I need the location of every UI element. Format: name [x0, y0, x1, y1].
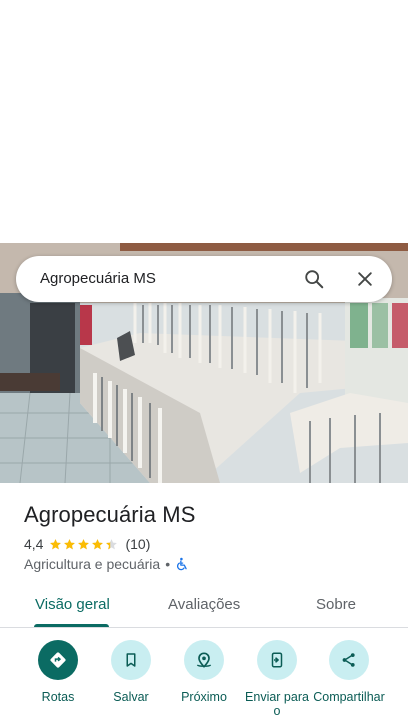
tab-reviews[interactable]: Avaliações — [168, 596, 240, 613]
rating-stars — [49, 538, 119, 551]
action-buttons: Rotas Salvar Próximo Enviar para o Compa… — [0, 640, 408, 726]
star-icon — [50, 538, 62, 549]
nearby-button[interactable]: Próximo — [167, 640, 241, 704]
send-to-phone-icon — [257, 640, 297, 680]
separator: • — [165, 556, 171, 572]
directions-icon — [38, 640, 78, 680]
save-label: Salvar — [113, 690, 149, 704]
tab-bar: Visão geral Avaliações Sobre — [0, 584, 408, 628]
bookmark-icon — [111, 640, 151, 680]
map-area — [0, 0, 408, 243]
share-button[interactable]: Compartilhar — [312, 640, 386, 704]
send-to-phone-button[interactable]: Enviar para o — [240, 640, 314, 718]
rating-value: 4,4 — [24, 536, 44, 552]
save-button[interactable]: Salvar — [94, 640, 168, 704]
star-icon — [92, 538, 104, 549]
close-icon[interactable] — [353, 267, 377, 291]
directions-label: Rotas — [41, 690, 75, 704]
star-icon — [106, 538, 118, 549]
review-count: (10) — [125, 536, 151, 552]
search-bar[interactable]: Agropecuária MS — [16, 256, 392, 302]
share-icon — [329, 640, 369, 680]
category-row: Agricultura e pecuária • — [24, 556, 189, 572]
send-to-phone-label: Enviar para o — [245, 690, 309, 718]
nearby-label: Próximo — [181, 690, 227, 704]
directions-button[interactable]: Rotas — [21, 640, 95, 704]
place-category: Agricultura e pecuária — [24, 556, 161, 572]
wheelchair-accessible-icon — [175, 557, 189, 571]
active-tab-indicator — [34, 624, 109, 627]
search-input[interactable]: Agropecuária MS — [40, 270, 156, 287]
star-icon — [64, 538, 76, 549]
rating-row[interactable]: 4,4 (10) — [24, 536, 150, 552]
share-label: Compartilhar — [313, 690, 385, 704]
search-icon[interactable] — [302, 267, 326, 291]
nearby-icon — [184, 640, 224, 680]
star-icon — [78, 538, 90, 549]
tab-overview[interactable]: Visão geral — [35, 596, 110, 613]
place-title: Agropecuária MS — [24, 502, 196, 527]
tab-about[interactable]: Sobre — [316, 596, 356, 613]
